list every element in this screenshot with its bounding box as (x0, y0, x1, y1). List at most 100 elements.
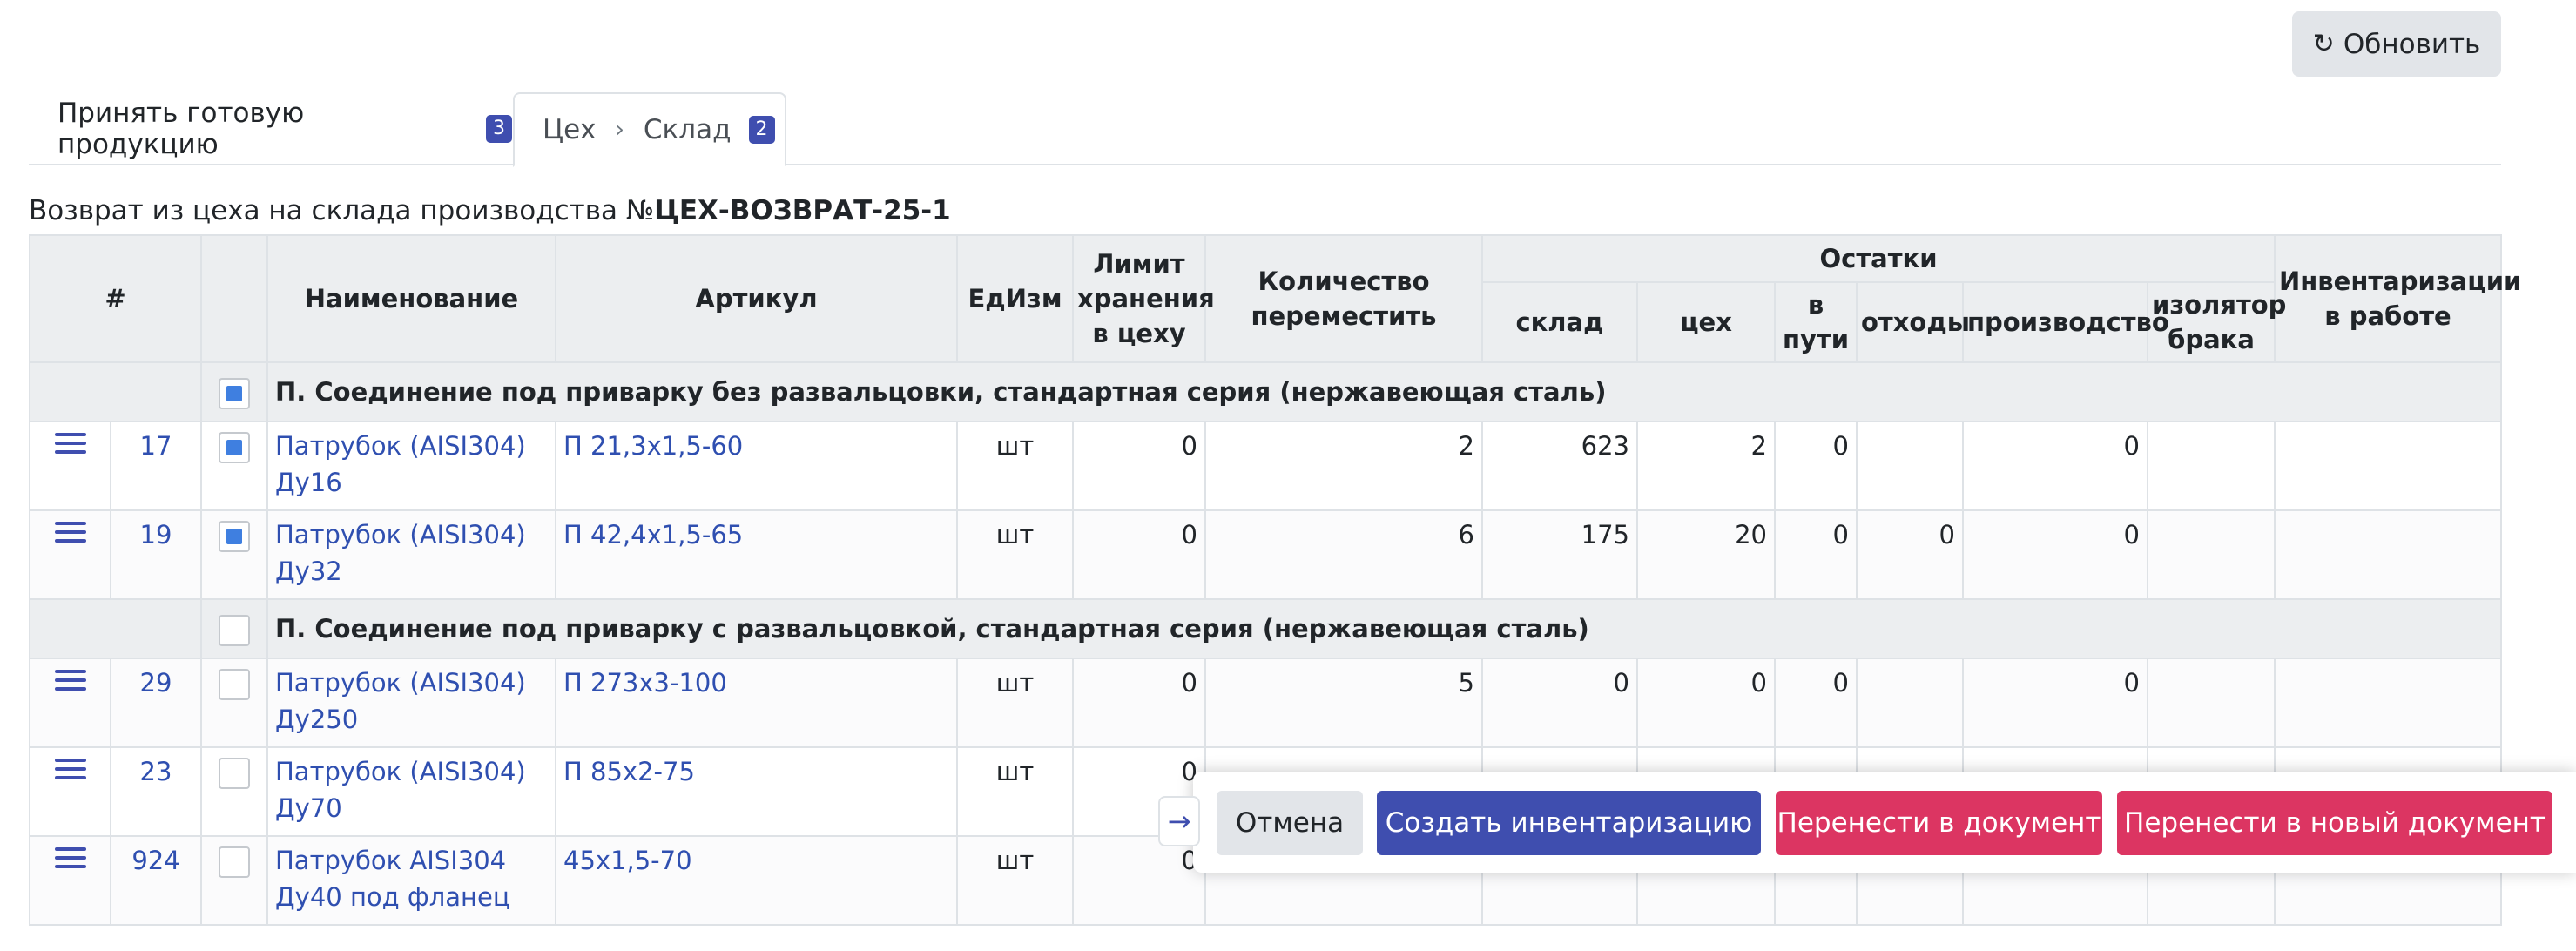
row-checkbox[interactable] (219, 758, 250, 789)
item-article-link[interactable]: П 21,3х1,5-60 (563, 431, 743, 461)
tab-accept-finished-products[interactable]: Принять готовую продукцию 3 (29, 92, 512, 165)
item-inventory (2274, 509, 2502, 600)
refresh-icon: ↻ (2312, 28, 2335, 59)
create-inventory-button[interactable]: Создать инвентаризацию (1377, 791, 1761, 855)
item-qty[interactable]: 5 (1204, 658, 1483, 748)
table-row: 19 Патрубок (AISI304) Ду32 П 42,4х1,5-65… (29, 509, 2502, 600)
tab-to-label: Склад (643, 114, 732, 145)
row-number[interactable]: 924 (110, 835, 202, 926)
item-limit: 0 (1072, 658, 1206, 748)
item-name-link[interactable]: Патрубок AISI304 Ду40 под фланец (275, 846, 510, 912)
item-unit: шт (956, 835, 1074, 926)
cancel-button[interactable]: Отмена (1217, 791, 1363, 855)
group-row: П. Соединение под приварку без развальцо… (29, 361, 2502, 422)
item-warehouse: 175 (1481, 509, 1638, 600)
item-waste (1856, 421, 1964, 511)
col-header-num: # (29, 234, 202, 363)
move-to-document-button[interactable]: Перенести в документ (1776, 791, 2102, 855)
group-row: П. Соединение под приварку с развальцовк… (29, 598, 2502, 659)
row-checkbox[interactable] (219, 669, 250, 700)
refresh-button-label: Обновить (2343, 28, 2481, 60)
arrow-right-icon[interactable]: → (1158, 796, 1200, 846)
col-header-limit: Лимит хранения в цеху (1072, 234, 1215, 363)
item-article-link[interactable]: П 42,4х1,5-65 (563, 520, 743, 550)
col-header-inventory: Инвентаризации в работе (2274, 234, 2521, 363)
chevron-right-icon: › (615, 117, 624, 143)
item-shop: 0 (1636, 658, 1776, 748)
group-title: П. Соединение под приварку с развальцовк… (266, 598, 2502, 659)
group-checkbox[interactable] (219, 615, 250, 646)
col-header-waste: отходы (1856, 281, 1970, 363)
item-qty[interactable]: 2 (1204, 421, 1483, 511)
item-article-link[interactable]: П 273х3-100 (563, 668, 727, 698)
hamburger-icon[interactable] (54, 664, 86, 696)
row-number[interactable]: 19 (110, 509, 202, 600)
row-checkbox[interactable] (219, 521, 250, 552)
item-qty[interactable]: 6 (1204, 509, 1483, 600)
item-defect (2147, 509, 2276, 600)
col-header-remains: Остатки (1481, 234, 2276, 283)
document-number: ЦЕХ-ВОЗВРАТ-25-1 (654, 195, 951, 226)
col-header-production: производство (1962, 281, 2169, 363)
hamburger-icon[interactable] (54, 516, 86, 548)
item-inventory (2274, 658, 2502, 748)
item-limit: 0 (1072, 421, 1206, 511)
col-header-transit: в пути (1774, 281, 1858, 363)
item-unit: шт (956, 421, 1074, 511)
document-title: Возврат из цеха на склада производства №… (29, 195, 951, 226)
item-name-link[interactable]: Патрубок (AISI304) Ду70 (275, 757, 526, 823)
item-waste (1856, 658, 1964, 748)
item-inventory (2274, 421, 2502, 511)
item-shop: 20 (1636, 509, 1776, 600)
row-checkbox[interactable] (219, 846, 250, 878)
tab-bar: Принять готовую продукцию 3 Цех › Склад … (29, 92, 2501, 167)
row-number[interactable]: 29 (110, 658, 202, 748)
group-title: П. Соединение под приварку без развальцо… (266, 361, 2502, 422)
item-article-link[interactable]: 45х1,5-70 (563, 846, 692, 875)
tab-label: Принять готовую продукцию (57, 98, 305, 160)
refresh-button[interactable]: ↻ Обновить (2292, 11, 2501, 77)
tab-badge: 2 (748, 116, 775, 144)
hamburger-icon[interactable] (54, 842, 86, 873)
item-transit: 0 (1774, 658, 1858, 748)
row-checkbox[interactable] (219, 432, 250, 463)
hamburger-icon[interactable] (54, 753, 86, 785)
item-name-link[interactable]: Патрубок (AISI304) Ду32 (275, 520, 526, 586)
col-header-qty: Количество переместить (1204, 234, 1483, 363)
item-defect (2147, 421, 2276, 511)
item-shop: 2 (1636, 421, 1776, 511)
item-transit: 0 (1774, 421, 1858, 511)
move-to-new-document-button[interactable]: Перенести в новый документ (2117, 791, 2552, 855)
tab-from-label: Цех (543, 114, 597, 145)
group-checkbox[interactable] (219, 378, 250, 409)
item-name-link[interactable]: Патрубок (AISI304) Ду16 (275, 431, 526, 497)
row-number[interactable]: 23 (110, 746, 202, 837)
item-production: 0 (1962, 509, 2148, 600)
item-production: 0 (1962, 658, 2148, 748)
col-header-select (200, 234, 268, 363)
item-waste: 0 (1856, 509, 1964, 600)
hamburger-icon[interactable] (54, 428, 86, 459)
table-row: 17 Патрубок (AISI304) Ду16 П 21,3х1,5-60… (29, 421, 2502, 511)
item-unit: шт (956, 509, 1074, 600)
item-defect (2147, 658, 2276, 748)
item-article-link[interactable]: П 85х2-75 (563, 757, 695, 786)
item-transit: 0 (1774, 509, 1858, 600)
tab-shop-to-warehouse[interactable]: Цех › Склад 2 (513, 92, 786, 167)
item-production: 0 (1962, 421, 2148, 511)
col-header-unit: ЕдИзм (956, 234, 1074, 363)
row-number[interactable]: 17 (110, 421, 202, 511)
item-name-link[interactable]: Патрубок (AISI304) Ду250 (275, 668, 526, 734)
col-header-article: Артикул (555, 234, 958, 363)
table-row: 29 Патрубок (AISI304) Ду250 П 273х3-100 … (29, 658, 2502, 748)
tab-badge: 3 (486, 115, 512, 143)
document-title-prefix: Возврат из цеха на склада производства № (29, 195, 655, 226)
item-warehouse: 0 (1481, 658, 1638, 748)
item-limit: 0 (1072, 835, 1206, 926)
col-header-warehouse: склад (1481, 281, 1638, 363)
item-limit: 0 (1072, 509, 1206, 600)
col-header-shop: цех (1636, 281, 1776, 363)
col-header-name: Наименование (266, 234, 556, 363)
item-unit: шт (956, 658, 1074, 748)
item-warehouse: 623 (1481, 421, 1638, 511)
